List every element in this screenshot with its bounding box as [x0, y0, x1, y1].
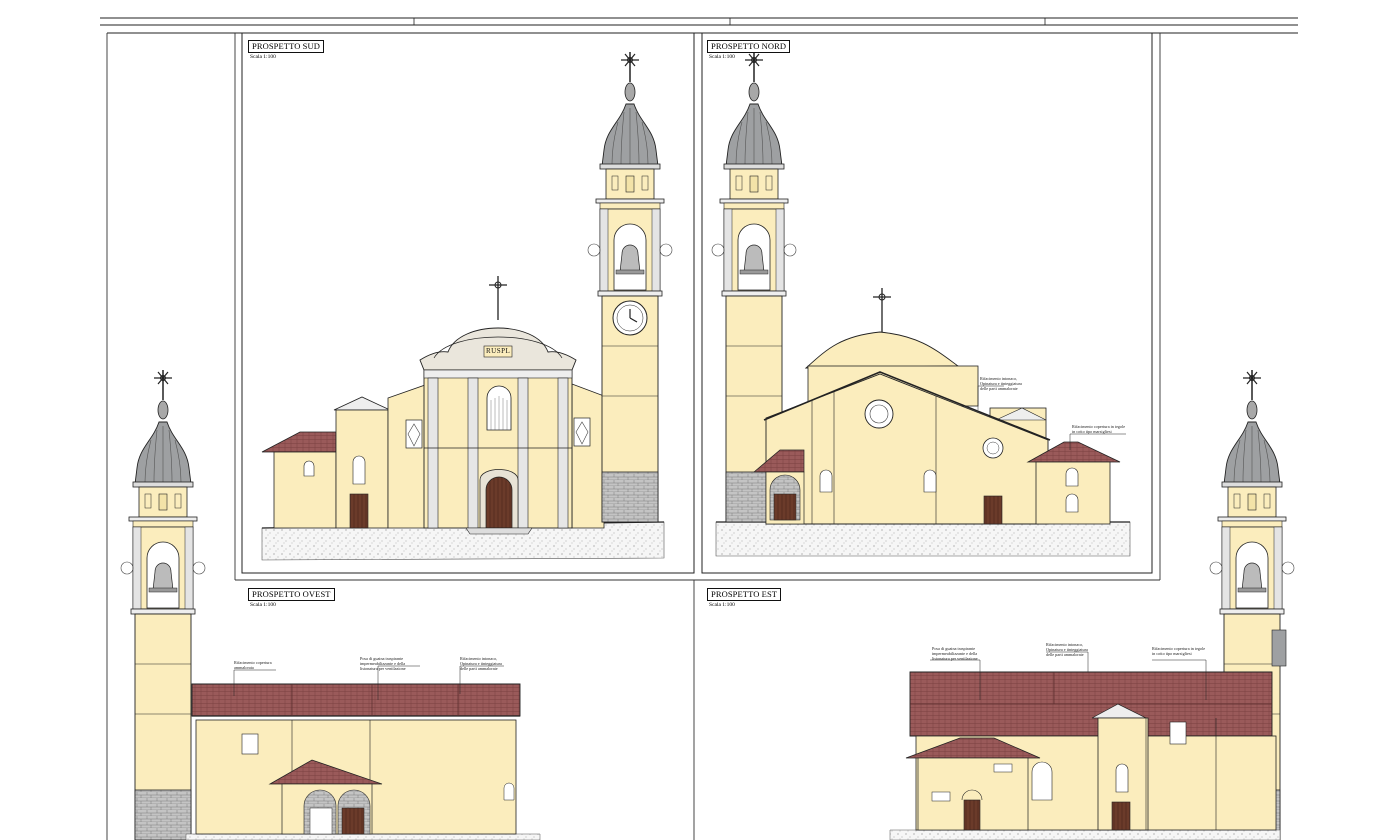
note-west-plaster: Rifacimento intonaco, Opinatura e tinteg… [460, 656, 502, 671]
note-east-plaster: Rifacimento intonaco, Opinatura e tinteg… [1046, 642, 1088, 657]
note-north-plaster: Rifacimento intonaco, Opinatura e tinteg… [980, 376, 1022, 391]
panel-title-south: PROSPETTO SUD [248, 40, 324, 53]
panel-title-north: PROSPETTO NORD [707, 40, 791, 53]
west-bell-tower [120, 369, 206, 840]
panel-scale-east: Scala 1:100 [709, 602, 735, 608]
panel-scale-west: Scala 1:100 [250, 602, 276, 608]
panel-scale-south: Scala 1:100 [250, 54, 276, 60]
note-east-membrane: Posa di guaina traspirante impermeabiliz… [932, 646, 978, 661]
panel-scale-north: Scala 1:100 [709, 54, 735, 60]
elevations-drawing-sheet [100, 17, 1298, 840]
note-east-roof: Rifacimento copertura in tegole in cotto… [1152, 646, 1206, 656]
panel-title-east: PROSPETTO EST [707, 588, 782, 601]
note-north-roof: Rifacimento copertura in tegole in cotto… [1072, 424, 1126, 434]
elevation-south [261, 51, 673, 561]
facade-inscription: RUSPL [486, 347, 511, 355]
note-west-roof: Rifacimento copertura ammalorata [234, 660, 272, 670]
elevation-north [711, 51, 1131, 557]
panel-title-west: PROSPETTO OVEST [248, 588, 335, 601]
note-west-membrane: Posa di guaina traspirante impermeabiliz… [360, 656, 406, 671]
